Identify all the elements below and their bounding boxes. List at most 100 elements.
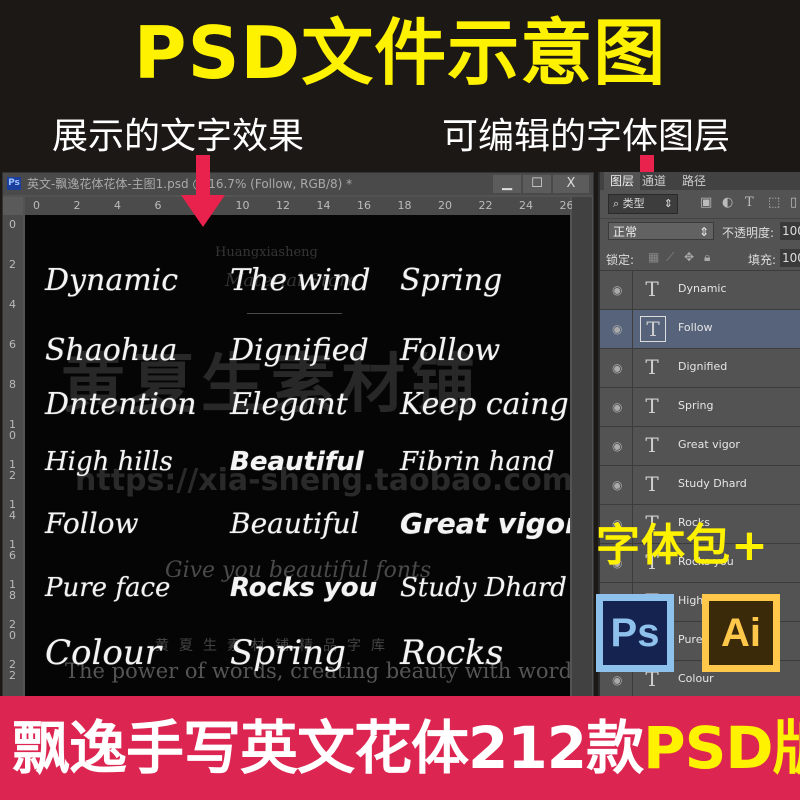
tab-paths[interactable]: 路径 bbox=[676, 172, 712, 190]
watermark-brand: Huangxiasheng bbox=[215, 245, 318, 260]
ruler-origin[interactable] bbox=[3, 197, 23, 215]
layer-name: Colour bbox=[678, 672, 714, 685]
ruler-tick: 2 bbox=[9, 258, 16, 271]
font-sample: Beautiful bbox=[230, 447, 364, 477]
ruler-tick: 10 bbox=[9, 418, 16, 442]
shape-filter-icon[interactable]: ⬚ bbox=[768, 195, 780, 210]
lock-label: 锁定: bbox=[606, 253, 635, 267]
photoshop-icon: Ps bbox=[7, 177, 21, 190]
document-canvas[interactable]: Huangxiasheng Material Store 黄夏生素材铺 http… bbox=[25, 215, 570, 698]
font-sample: Shaohua bbox=[45, 333, 178, 368]
ruler-tick: 6 bbox=[9, 338, 16, 351]
lock-brush-icon[interactable]: ⟋ bbox=[666, 250, 674, 265]
eye-icon[interactable]: ◉ bbox=[612, 478, 622, 492]
eye-icon[interactable]: ◉ bbox=[612, 439, 622, 453]
layer-name: Dynamic bbox=[678, 282, 727, 295]
ruler-tick: 20 bbox=[9, 618, 16, 642]
layer-name: Great vigor bbox=[678, 438, 740, 451]
chevron-down-icon: ⇕ bbox=[698, 225, 709, 239]
lock-move-icon[interactable]: ✥ bbox=[684, 250, 694, 264]
adjustment-filter-icon[interactable]: ◐ bbox=[722, 195, 733, 210]
fill-label: 填充: bbox=[748, 253, 777, 267]
eye-icon[interactable]: ◉ bbox=[612, 673, 622, 687]
tab-layers[interactable]: 图层 bbox=[604, 172, 641, 190]
ruler-tick: 22 bbox=[478, 199, 493, 212]
font-sample: Dignified bbox=[230, 333, 369, 368]
vertical-ruler[interactable]: 02468101214161820222 bbox=[3, 215, 23, 710]
font-sample: Keep caing bbox=[400, 387, 569, 422]
font-sample: Dynamic bbox=[45, 263, 179, 298]
layer-row[interactable]: ◉ T Study Dhard bbox=[600, 465, 800, 504]
blend-mode-select[interactable]: 正常 ⇕ bbox=[608, 222, 714, 240]
lock-transparent-icon[interactable]: ▦ bbox=[648, 250, 659, 264]
layer-name: Dignified bbox=[678, 360, 728, 373]
smart-object-filter-icon[interactable]: ▯ bbox=[790, 195, 797, 210]
font-sample: Elegant bbox=[230, 387, 348, 422]
close-button[interactable]: X bbox=[553, 175, 589, 193]
divider bbox=[632, 349, 633, 387]
ruler-tick: 20 bbox=[438, 199, 452, 212]
ruler-tick: 14 bbox=[316, 199, 331, 212]
opacity-input[interactable]: 100 bbox=[780, 222, 800, 240]
ruler-tick: 8 bbox=[9, 378, 16, 391]
layer-filter-value: 类型 bbox=[622, 197, 645, 210]
font-sample: Dntention bbox=[45, 387, 197, 422]
font-sample: Follow bbox=[45, 507, 139, 540]
layer-row[interactable]: ◉ T Dynamic bbox=[600, 270, 800, 309]
fill-input[interactable]: 100 bbox=[780, 249, 800, 267]
ruler-tick: 10 bbox=[235, 199, 250, 212]
layer-row[interactable]: ◉ T Great vigor bbox=[600, 426, 800, 465]
blend-mode-value: 正常 bbox=[613, 225, 638, 239]
divider bbox=[632, 466, 633, 504]
layer-row[interactable]: ◉ T Follow bbox=[600, 309, 800, 348]
ruler-tick: 0 bbox=[9, 218, 16, 231]
divider bbox=[632, 388, 633, 426]
eye-icon[interactable]: ◉ bbox=[612, 322, 622, 336]
document-title: 英文-飘逸花体花体-主图1.psd @ 16.7% (Follow, RGB/8… bbox=[27, 177, 353, 191]
ruler-tick: 6 bbox=[154, 199, 162, 212]
font-pack-label: 字体包+ bbox=[596, 520, 769, 571]
layer-name: Spring bbox=[678, 399, 714, 412]
layer-filter-select[interactable]: ⌕ 类型 ⇕ bbox=[608, 194, 678, 214]
ruler-tick: 24 bbox=[519, 199, 533, 212]
font-sample: Spring bbox=[400, 263, 503, 298]
chevron-down-icon: ⇕ bbox=[663, 197, 673, 210]
ruler-tick: 16 bbox=[9, 538, 16, 562]
ruler-tick: 2 bbox=[73, 199, 81, 212]
ruler-tick: 4 bbox=[9, 298, 16, 311]
left-caption: 展示的文字效果 bbox=[52, 116, 305, 157]
eye-icon[interactable]: ◉ bbox=[612, 400, 622, 414]
search-icon: ⌕ bbox=[613, 197, 620, 210]
eye-icon[interactable]: ◉ bbox=[612, 283, 622, 297]
maximize-button[interactable]: ☐ bbox=[523, 175, 551, 193]
eye-icon[interactable]: ◉ bbox=[612, 361, 622, 375]
font-sample: Colour bbox=[45, 633, 161, 673]
right-caption: 可编辑的字体图层 bbox=[442, 116, 731, 157]
vertical-scrollbar[interactable] bbox=[572, 197, 592, 697]
minimize-button[interactable]: ▁ bbox=[493, 175, 521, 193]
ruler-tick: 18 bbox=[397, 199, 412, 212]
text-layer-icon: T bbox=[640, 316, 666, 342]
font-sample: Spring bbox=[230, 633, 346, 673]
divider bbox=[632, 310, 633, 348]
font-sample: Pure face bbox=[45, 573, 171, 603]
panel-tabs: 图层 通道 路径 bbox=[600, 172, 800, 190]
pixel-filter-icon[interactable]: ▣ bbox=[700, 195, 712, 210]
banner-format: PSD版 bbox=[643, 714, 800, 782]
text-layer-icon: T bbox=[645, 394, 659, 418]
type-filter-icon[interactable]: T bbox=[745, 195, 754, 210]
ruler-tick: 22 bbox=[9, 658, 16, 682]
layer-row[interactable]: ◉ T Spring bbox=[600, 387, 800, 426]
text-layer-icon: T bbox=[645, 355, 659, 379]
lock-all-icon[interactable]: 🔒︎ bbox=[704, 250, 710, 265]
ruler-tick: 0 bbox=[33, 199, 40, 212]
horizontal-ruler[interactable]: 0 2 4 6 8 10 12 14 16 18 20 22 24 26 bbox=[25, 197, 574, 215]
photoshop-logo-icon: Ps bbox=[596, 594, 674, 672]
illustrator-logo-icon: Ai bbox=[702, 594, 780, 672]
ruler-tick: 16 bbox=[357, 199, 371, 212]
layer-row[interactable]: ◉ T Dignified bbox=[600, 348, 800, 387]
layer-name: Study Dhard bbox=[678, 477, 747, 490]
blend-row: 正常 ⇕ 不透明度: 100 bbox=[600, 218, 800, 245]
tab-channels[interactable]: 通道 bbox=[636, 172, 672, 190]
ruler-tick: 14 bbox=[9, 498, 16, 522]
